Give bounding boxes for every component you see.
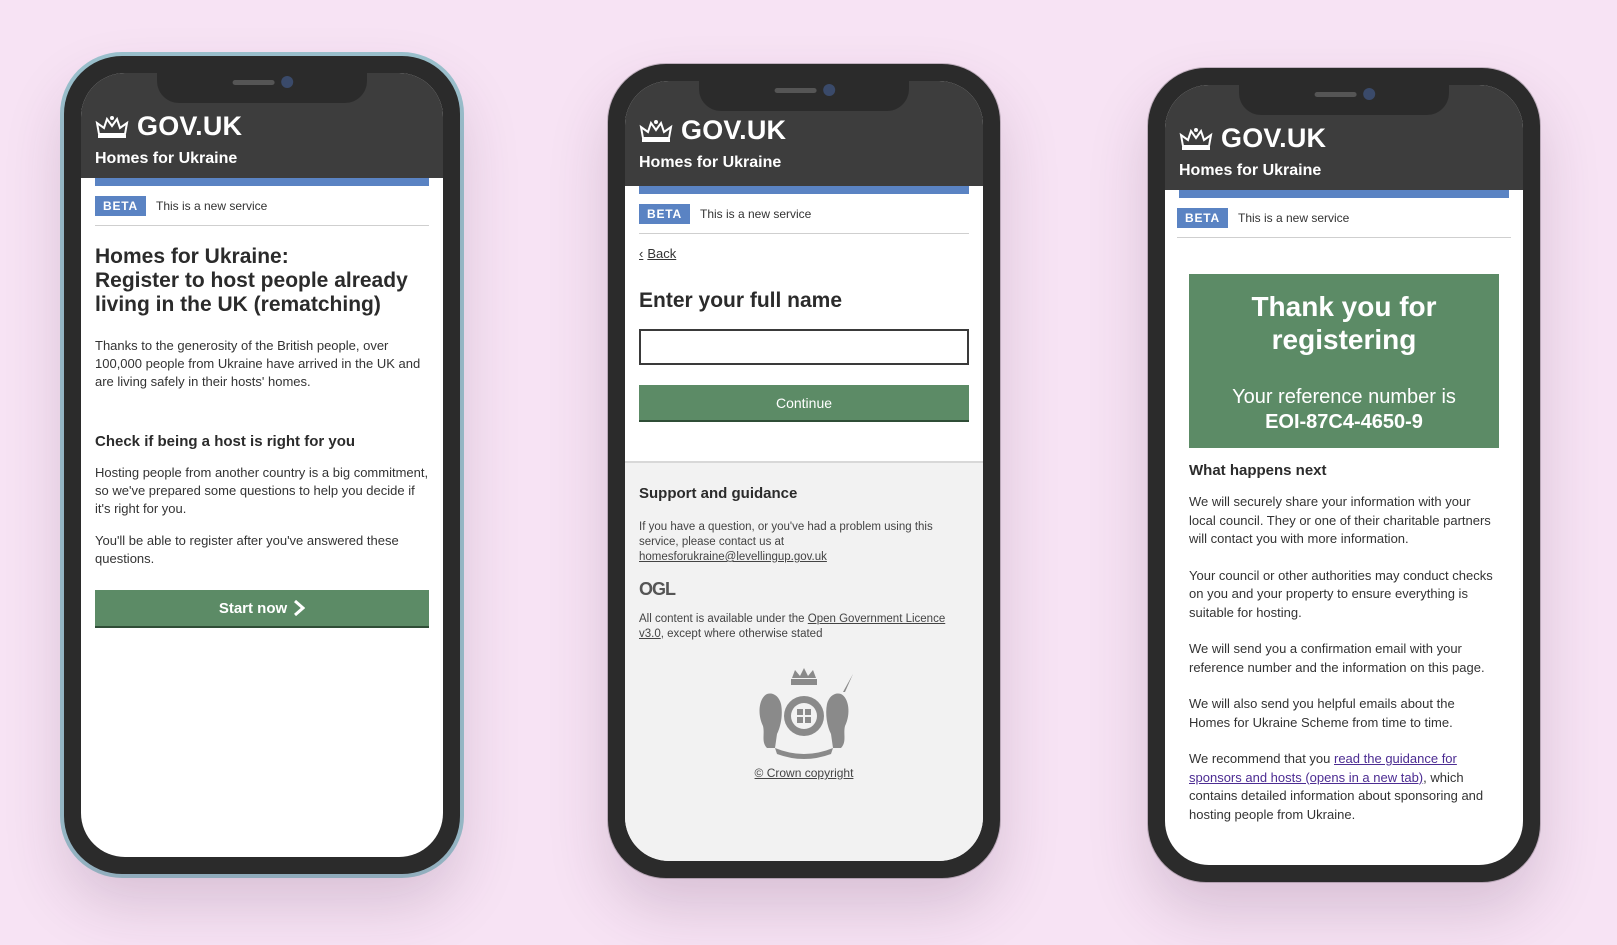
start-now-button[interactable]: Start now <box>95 590 429 626</box>
chevron-right-icon <box>294 600 306 616</box>
govuk-logo[interactable]: GOV.UK <box>639 115 969 146</box>
next-paragraph-4: We will also send you helpful emails abo… <box>1189 696 1455 730</box>
licence-suffix: , except where otherwise stated <box>660 628 823 640</box>
service-name[interactable]: Homes for Ukraine <box>1179 162 1509 180</box>
phone-notch <box>1239 85 1449 115</box>
royal-coat-of-arms-icon[interactable] <box>745 664 863 760</box>
phone-notch <box>699 81 909 111</box>
phone-camera <box>1363 88 1376 100</box>
govuk-logo[interactable]: GOV.UK <box>1179 123 1509 154</box>
contact-email-link[interactable]: homesforukraine@levellingup.gov.uk <box>639 551 827 563</box>
main-content: BETA This is a new service ‹ Back Enter … <box>625 186 983 420</box>
chevron-left-icon: ‹ <box>639 246 644 261</box>
logo-text: GOV.UK <box>681 115 787 145</box>
footer-contact: If you have a question, or you've had a … <box>639 520 969 565</box>
footer-heading: Support and guidance <box>639 485 798 502</box>
logo-text: GOV.UK <box>137 111 243 141</box>
back-link[interactable]: ‹ Back <box>639 246 676 261</box>
screen-name-question: GOV.UK Homes for Ukraine BETA This is a … <box>625 81 983 861</box>
page-footer: Support and guidance If you have a quest… <box>625 461 983 861</box>
phase-text: This is a new service <box>1237 211 1350 225</box>
next-paragraph-3: We will send you a confirmation email wi… <box>1189 641 1485 675</box>
screen-start-page: GOV.UK Homes for Ukraine BETA This is a … <box>81 73 443 857</box>
phase-text: This is a new service <box>699 207 812 221</box>
logo-text: GOV.UK <box>1221 123 1327 153</box>
page-title: Homes for Ukraine: Register to host peop… <box>95 245 408 316</box>
continue-button[interactable]: Continue <box>639 385 969 420</box>
phone-speaker <box>1314 92 1357 97</box>
what-happens-next: What happens next We will securely share… <box>1177 462 1511 824</box>
ogl-logo[interactable]: OGL <box>639 579 969 600</box>
section-heading: Check if being a host is right for you <box>95 433 356 450</box>
licence-text: All content is available under the Open … <box>639 612 969 642</box>
crown-icon <box>95 115 129 138</box>
crown-copyright-link[interactable]: © Crown copyright <box>639 766 969 780</box>
phase-banner: BETA This is a new service <box>639 204 969 234</box>
main-content: BETA This is a new service Thank you for… <box>1165 190 1523 824</box>
phase-text: This is a new service <box>155 199 268 213</box>
next-paragraph-1: We will securely share your information … <box>1189 494 1491 546</box>
crown-icon <box>639 119 673 142</box>
next-paragraph-2: Your council or other authorities may co… <box>1189 567 1493 620</box>
service-name[interactable]: Homes for Ukraine <box>639 154 969 172</box>
beta-tag: BETA <box>1177 208 1228 228</box>
phone-2: GOV.UK Homes for Ukraine BETA This is a … <box>608 64 1000 878</box>
question-heading: Enter your full name <box>639 289 843 312</box>
phone-3: GOV.UK Homes for Ukraine BETA This is a … <box>1148 68 1540 882</box>
beta-tag: BETA <box>95 196 146 216</box>
reference-number: EOI-87C4-4650-9 <box>1265 411 1423 433</box>
continue-label: Continue <box>775 394 833 411</box>
licence-prefix: All content is available under the <box>639 613 808 625</box>
confirmation-panel: Thank you for registering Your reference… <box>1189 274 1499 448</box>
start-now-label: Start now <box>218 599 288 617</box>
phone-speaker <box>774 88 817 93</box>
body-paragraph-1: Hosting people from another country is a… <box>95 465 429 516</box>
next-heading: What happens next <box>1189 462 1327 479</box>
full-name-input[interactable] <box>639 329 969 365</box>
main-content: BETA This is a new service Homes for Ukr… <box>81 178 443 626</box>
contact-text: If you have a question, or you've had a … <box>639 521 933 548</box>
intro-paragraph: Thanks to the generosity of the British … <box>95 338 421 389</box>
phone-camera <box>281 76 294 88</box>
reference-label: Your reference number is <box>1232 386 1456 408</box>
phone-1: GOV.UK Homes for Ukraine BETA This is a … <box>64 56 460 874</box>
beta-tag: BETA <box>639 204 690 224</box>
crown-icon <box>1179 127 1213 150</box>
p5-prefix: We recommend that you <box>1189 751 1334 766</box>
panel-title: Thank you for registering <box>1251 291 1437 355</box>
service-name[interactable]: Homes for Ukraine <box>95 150 429 168</box>
back-link-label: Back <box>647 246 677 261</box>
phase-banner: BETA This is a new service <box>1177 208 1511 238</box>
screen-confirmation: GOV.UK Homes for Ukraine BETA This is a … <box>1165 85 1523 865</box>
next-paragraph-5: We recommend that you read the guidance … <box>1189 750 1499 824</box>
govuk-logo[interactable]: GOV.UK <box>95 111 429 142</box>
phone-notch <box>157 73 367 103</box>
phone-speaker <box>232 80 275 85</box>
phase-banner: BETA This is a new service <box>95 196 429 226</box>
phone-camera <box>823 84 836 96</box>
body-paragraph-2: You'll be able to register after you've … <box>95 533 399 566</box>
